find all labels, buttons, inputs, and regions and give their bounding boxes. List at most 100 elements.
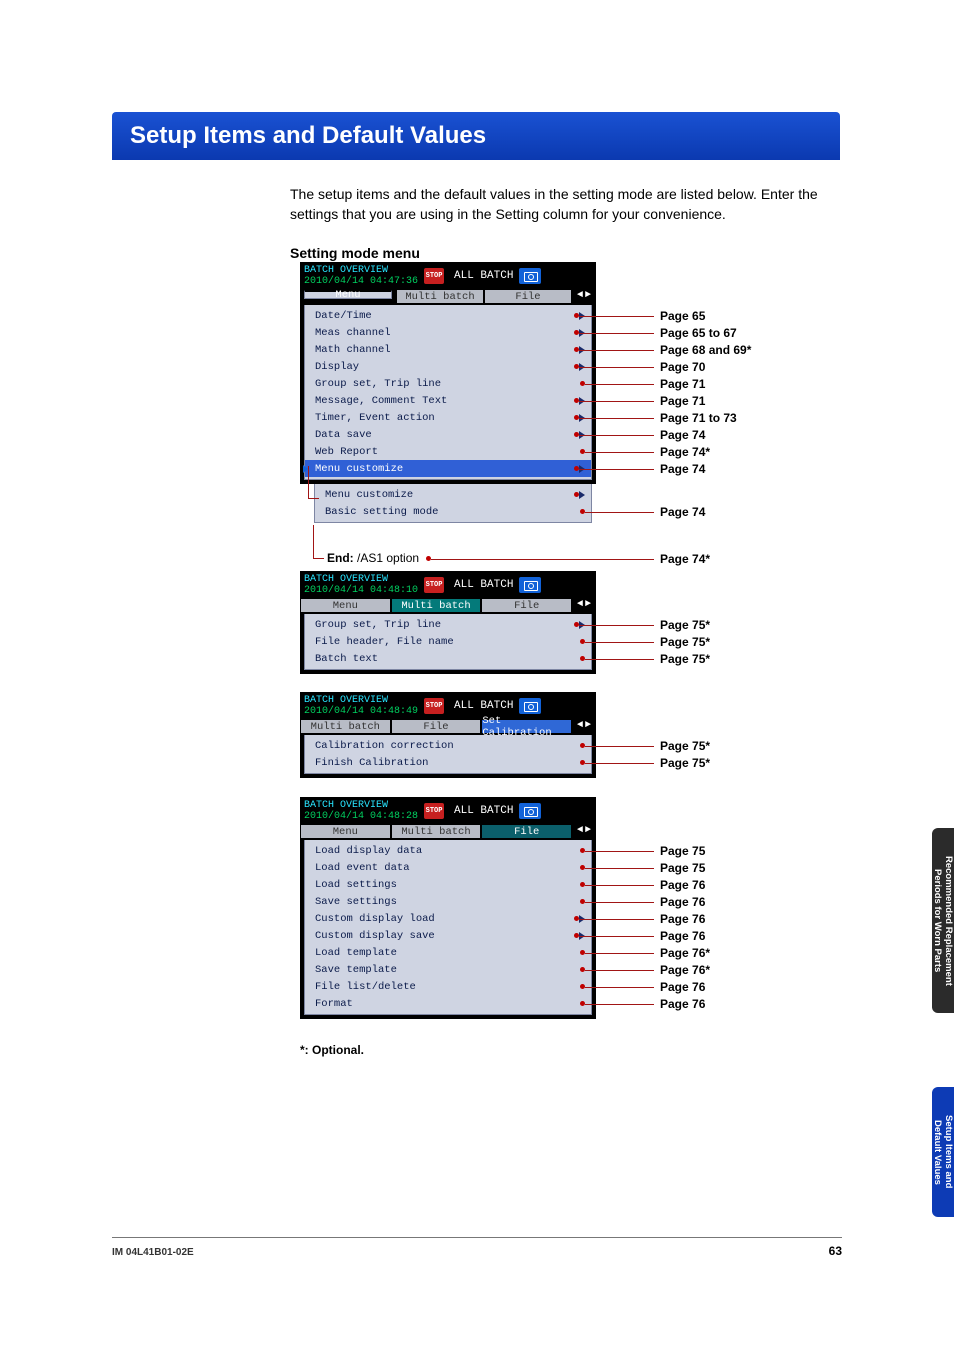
menu-item[interactable]: Finish Calibration	[305, 754, 591, 771]
menu-item-label: Basic setting mode	[325, 506, 578, 518]
page-reference: Page 74*	[660, 552, 710, 566]
banner-title: Setup Items and Default Values	[130, 122, 486, 150]
menu-item-label: Meas channel	[315, 327, 572, 339]
menu-item[interactable]: Format	[305, 995, 591, 1012]
page-reference: Page 74	[660, 462, 705, 476]
leader-line	[579, 316, 654, 317]
tab-menu[interactable]: Menu	[301, 597, 390, 612]
menu-item[interactable]: Message, Comment Text	[305, 392, 591, 409]
menu-item[interactable]: Load template	[305, 944, 591, 961]
screenshot-icon	[519, 577, 541, 593]
tab-file[interactable]: File	[482, 597, 571, 612]
all-batch-label: ALL BATCH	[454, 700, 513, 712]
page-reference: Page 71 to 73	[660, 411, 737, 425]
leader-line	[579, 625, 654, 626]
menu-item[interactable]: Menu customize	[315, 486, 591, 503]
menu-item[interactable]: Group set, Trip line	[305, 375, 591, 392]
batch-overview-header: BATCH OVERVIEW 2010/04/14 04:47:36	[304, 265, 418, 287]
menu-item-label: Menu customize	[325, 489, 572, 501]
leader-line	[579, 435, 654, 436]
tab-file[interactable]: File	[482, 823, 571, 838]
leader-line	[579, 333, 654, 334]
menu-item-label: Load settings	[315, 879, 578, 891]
page-reference: Page 74	[660, 428, 705, 442]
menu-item[interactable]: Load event data	[305, 859, 591, 876]
screenshot-icon	[519, 268, 541, 284]
tab-menu[interactable]: Menu	[304, 290, 392, 299]
all-batch-label: ALL BATCH	[454, 270, 513, 282]
menu-item[interactable]: Date/Time	[305, 307, 591, 324]
menu-item[interactable]: Save template	[305, 961, 591, 978]
page-reference: Page 68 and 69*	[660, 343, 751, 357]
page-reference: Page 70	[660, 360, 705, 374]
menu-item-label: Math channel	[315, 344, 572, 356]
tab-scroll-arrows[interactable]: ◄►	[572, 718, 596, 733]
menu-item[interactable]: Group set, Trip line	[305, 616, 591, 633]
menu-item[interactable]: Web Report	[305, 443, 591, 460]
tab-file[interactable]: File	[485, 288, 571, 303]
menu-item[interactable]: Custom display save	[305, 927, 591, 944]
menu-item[interactable]: File header, File name	[305, 633, 591, 650]
side-tab-label: Setup Items and Default Values	[932, 1115, 954, 1188]
tab-set-calibration[interactable]: Set Calibration	[482, 718, 571, 733]
screenshot-icon	[519, 698, 541, 714]
tab-multi-batch[interactable]: Multi batch	[397, 288, 483, 303]
menu-item-label: Date/Time	[315, 310, 572, 322]
page-reference: Page 75*	[660, 618, 710, 632]
menu-item-label: Calibration correction	[315, 740, 578, 752]
menu-item[interactable]: Calibration correction	[305, 737, 591, 754]
section-header: Setting mode menu	[290, 245, 420, 261]
menu-item-label: Display	[315, 361, 572, 373]
footer-rule	[112, 1237, 842, 1238]
optional-note: *: Optional.	[300, 1043, 364, 1057]
leader-line	[585, 763, 654, 764]
menu-item[interactable]: Basic setting mode	[315, 503, 591, 520]
side-tab-recommended-replacement: Recommended Replacement Periods for Worn…	[932, 828, 954, 1013]
menu-item[interactable]: File list/delete	[305, 978, 591, 995]
tab-menu[interactable]: Menu	[301, 823, 390, 838]
menu-item-label: File list/delete	[315, 981, 578, 993]
device-screenshot-1: BATCH OVERVIEW 2010/04/14 04:47:36 STOP …	[300, 262, 596, 484]
leader-line	[431, 559, 654, 560]
leader-line	[585, 746, 654, 747]
batch-overview-header: BATCH OVERVIEW 2010/04/14 04:48:49	[304, 695, 418, 717]
leader-line	[579, 418, 654, 419]
tab-file[interactable]: File	[392, 718, 481, 733]
leader-line	[585, 1004, 654, 1005]
tab-multi-batch[interactable]: Multi batch	[392, 597, 481, 612]
menu-item[interactable]: Display	[305, 358, 591, 375]
leader-line	[579, 350, 654, 351]
menu-item[interactable]: Load settings	[305, 876, 591, 893]
leader-line	[579, 367, 654, 368]
menu-item-label: File header, File name	[315, 636, 578, 648]
tab-scroll-arrows[interactable]: ◄►	[572, 288, 596, 303]
tab-multi-batch[interactable]: Multi batch	[301, 718, 390, 733]
tab-scroll-arrows[interactable]: ◄►	[572, 823, 596, 838]
end-option-text: /AS1 option	[357, 551, 419, 565]
tab-scroll-arrows[interactable]: ◄►	[572, 597, 596, 612]
leader-line	[579, 469, 654, 470]
menu-item[interactable]: Save settings	[305, 893, 591, 910]
menu-item[interactable]: Data save	[305, 426, 591, 443]
end-as1-option: End: /AS1 option	[327, 551, 431, 565]
menu-item-label: Timer, Event action	[315, 412, 572, 424]
side-tab-label: Recommended Replacement Periods for Worn…	[932, 856, 954, 986]
page-reference: Page 76	[660, 912, 705, 926]
stop-icon: STOP	[424, 577, 444, 593]
menu-item[interactable]: Load display data	[305, 842, 591, 859]
menu-item[interactable]: Timer, Event action	[305, 409, 591, 426]
page-reference: Page 76	[660, 895, 705, 909]
stop-icon: STOP	[424, 803, 444, 819]
menu-item[interactable]: Math channel	[305, 341, 591, 358]
timestamp: 2010/04/14 04:48:28	[304, 811, 418, 822]
menu-item[interactable]: Meas channel	[305, 324, 591, 341]
menu-item-label: Format	[315, 998, 578, 1010]
menu-item[interactable]: Batch text	[305, 650, 591, 667]
device-screenshot-3: BATCH OVERVIEW 2010/04/14 04:48:49 STOP …	[300, 692, 596, 778]
tab-multi-batch[interactable]: Multi batch	[392, 823, 481, 838]
page-reference: Page 65 to 67	[660, 326, 737, 340]
leader-line	[585, 512, 654, 513]
device-screenshot-4: BATCH OVERVIEW 2010/04/14 04:48:28 STOP …	[300, 797, 596, 1019]
menu-item[interactable]: Custom display load	[305, 910, 591, 927]
menu-item[interactable]: Menu customize	[305, 460, 591, 477]
